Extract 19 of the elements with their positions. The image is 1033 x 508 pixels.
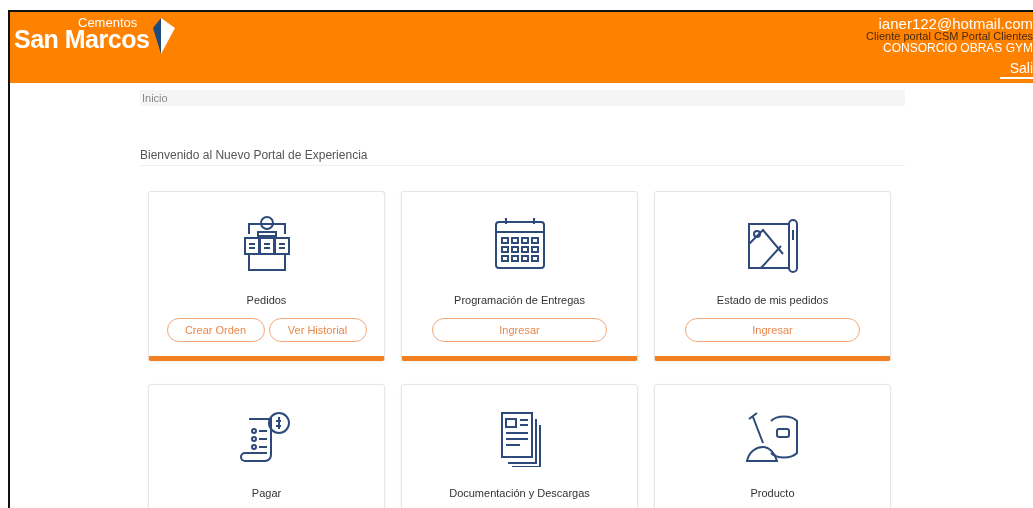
card-title: Pedidos bbox=[246, 294, 287, 306]
card-button[interactable]: Ingresar bbox=[432, 318, 607, 342]
user-email: ianer122@hotmail.com bbox=[878, 16, 1033, 31]
breadcrumb[interactable]: Inicio bbox=[140, 90, 905, 106]
card-title: Documentación y Descargas bbox=[449, 487, 590, 499]
company-name: CONSORCIO OBRAS GYM bbox=[882, 42, 1033, 54]
logo-tagline: Cementos bbox=[78, 16, 139, 29]
card-title: Programación de Entregas bbox=[454, 294, 585, 306]
logout-link[interactable]: Sali bbox=[999, 61, 1033, 79]
logo-name: San Marcos bbox=[14, 27, 150, 52]
card-title: Pagar bbox=[251, 487, 282, 499]
card-button[interactable]: Crear Orden bbox=[166, 318, 265, 342]
card-button[interactable]: Ingresar bbox=[685, 318, 860, 342]
welcome-heading: Bienvenido al Nuevo Portal de Experiencia bbox=[140, 148, 905, 166]
card-button[interactable]: Ver Historial bbox=[268, 318, 367, 342]
logo-icon bbox=[153, 16, 176, 54]
user-role: Cliente portal CSM Portal Clientes bbox=[866, 31, 1033, 42]
card-title: Estado de mis pedidos bbox=[716, 294, 829, 306]
card-title: Producto bbox=[750, 487, 795, 499]
